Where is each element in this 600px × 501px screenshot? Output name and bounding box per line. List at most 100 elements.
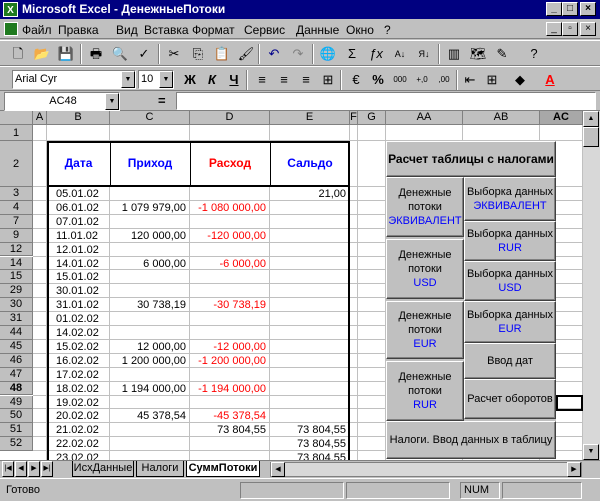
last-sheet-icon[interactable]: ▶| [41, 461, 53, 477]
minimize-button[interactable]: _ [546, 2, 562, 16]
spelling-icon[interactable]: ✓ [134, 44, 154, 64]
copy-icon[interactable]: ⎘ [188, 44, 208, 64]
doc-minimize-button[interactable]: _ [546, 22, 562, 36]
expense-cell[interactable]: -30 738,19 [190, 298, 266, 312]
date-cell[interactable]: 11.01.02 [56, 229, 110, 243]
date-cell[interactable]: 20.02.02 [56, 409, 110, 423]
currency-icon[interactable]: € [346, 70, 366, 90]
date-cell[interactable]: 31.01.02 [56, 298, 110, 312]
row-header[interactable]: 14 [0, 256, 33, 271]
align-center-icon[interactable]: ≡ [274, 70, 294, 90]
comma-style-button[interactable]: 000 [390, 70, 410, 90]
decrease-decimal-button[interactable]: ,00 [434, 70, 454, 90]
tab-ishdannye[interactable]: ИсхДанные [72, 461, 134, 477]
row-header[interactable]: 12 [0, 242, 33, 257]
date-cell[interactable]: 16.02.02 [56, 354, 110, 368]
italic-button[interactable]: К [202, 70, 222, 90]
balance-cell[interactable]: 73 804,55 [270, 451, 346, 460]
taxes-input-button[interactable]: Налоги. Ввод данных в таблицу [386, 421, 556, 459]
chart-wizard-icon[interactable]: ▥ [444, 44, 464, 64]
date-cell[interactable]: 22.02.02 [56, 437, 110, 451]
date-cell[interactable]: 14.01.02 [56, 257, 110, 271]
active-cell[interactable] [556, 395, 583, 411]
close-button[interactable]: × [580, 2, 596, 16]
row-header[interactable]: 31 [0, 312, 33, 326]
date-cell[interactable]: 19.02.02 [56, 396, 110, 410]
cashflow-equivalent-button[interactable]: Денежные потоки ЭКВИВАЛЕНТ [386, 177, 464, 237]
scroll-thumb[interactable] [583, 127, 599, 147]
row-header[interactable]: 47 [0, 367, 33, 382]
balance-cell[interactable]: 73 804,55 [270, 423, 346, 437]
row-header[interactable]: 29 [0, 284, 33, 299]
undo-icon[interactable]: ↶ [264, 44, 284, 64]
align-right-icon[interactable]: ≡ [296, 70, 316, 90]
cashflow-eur-button[interactable]: Денежные потоки EUR [386, 301, 464, 359]
menu-format[interactable]: Формат [192, 23, 235, 37]
balance-cell[interactable]: 21,00 [270, 187, 346, 201]
vertical-scrollbar[interactable]: ▲ ▼ [583, 111, 600, 460]
prev-sheet-icon[interactable]: ◀ [15, 461, 27, 477]
menu-window[interactable]: Окно [346, 23, 374, 37]
date-cell[interactable]: 06.01.02 [56, 201, 110, 215]
row-header[interactable]: 50 [0, 409, 33, 424]
bold-button[interactable]: Ж [180, 70, 200, 90]
date-cell[interactable]: 21.02.02 [56, 423, 110, 437]
date-cell[interactable]: 18.02.02 [56, 382, 110, 396]
first-sheet-icon[interactable]: |◀ [2, 461, 14, 477]
income-cell[interactable]: 120 000,00 [110, 229, 186, 243]
percent-button[interactable]: % [368, 70, 388, 90]
date-cell[interactable]: 17.02.02 [56, 368, 110, 382]
row-header[interactable]: 30 [0, 298, 33, 313]
function-icon[interactable]: ƒx [366, 44, 386, 64]
expense-cell[interactable]: -6 000,00 [190, 257, 266, 271]
expense-cell[interactable]: 73 804,55 [190, 423, 266, 437]
scroll-left-icon[interactable]: ◀ [271, 462, 285, 477]
row-header[interactable]: 1 [0, 125, 33, 141]
row-header[interactable]: 48 [0, 381, 33, 396]
expense-cell[interactable]: -12 000,00 [190, 340, 266, 354]
select-eur-button[interactable]: Выборка данных EUR [464, 301, 556, 343]
cashflow-rur-button[interactable]: Денежные потоки RUR [386, 361, 464, 421]
select-all-corner[interactable] [0, 111, 33, 125]
font-color-icon[interactable]: A [540, 70, 560, 90]
expense-cell[interactable]: -120 000,00 [190, 229, 266, 243]
print-icon[interactable]: 🖶 [86, 44, 106, 64]
column-header[interactable]: F [350, 111, 358, 125]
decrease-indent-icon[interactable]: ⇤ [460, 70, 480, 90]
row-header[interactable]: 3 [0, 187, 33, 201]
name-box[interactable]: AC48 ▼ [4, 92, 120, 111]
row-header[interactable]: 52 [0, 437, 33, 452]
column-header[interactable]: G [358, 111, 386, 125]
enter-dates-button[interactable]: Ввод дат [464, 343, 556, 379]
column-header[interactable]: AB [463, 111, 540, 125]
sort-ascending-icon[interactable]: A↓ [390, 44, 410, 64]
row-header[interactable]: 7 [0, 214, 33, 229]
row-header[interactable]: 49 [0, 395, 33, 410]
scroll-up-icon[interactable]: ▲ [583, 111, 599, 127]
date-cell[interactable]: 05.01.02 [56, 187, 110, 201]
save-icon[interactable]: 💾 [56, 44, 76, 64]
doc-restore-button[interactable]: ▫ [562, 22, 578, 36]
income-cell[interactable]: 6 000,00 [110, 257, 186, 271]
balance-cell[interactable]: 73 804,55 [270, 437, 346, 451]
open-icon[interactable]: 📂 [32, 44, 52, 64]
cashflow-usd-button[interactable]: Денежные потоки USD [386, 239, 464, 299]
menu-view[interactable]: Вид [116, 23, 138, 37]
underline-button[interactable]: Ч [224, 70, 244, 90]
paste-icon[interactable]: 📋 [212, 44, 232, 64]
date-cell[interactable]: 07.01.02 [56, 215, 110, 229]
income-cell[interactable]: 1 194 000,00 [110, 382, 186, 396]
horizontal-scrollbar[interactable]: ◀ ▶ [270, 462, 582, 477]
income-cell[interactable]: 30 738,19 [110, 298, 186, 312]
row-header[interactable]: 44 [0, 326, 33, 340]
menu-insert[interactable]: Вставка [144, 23, 189, 37]
expense-cell[interactable]: -1 194 000,00 [190, 382, 266, 396]
row-header[interactable]: 15 [0, 270, 33, 285]
income-cell[interactable]: 12 000,00 [110, 340, 186, 354]
income-cell[interactable]: 45 378,54 [110, 409, 186, 423]
column-header[interactable]: C [110, 111, 190, 125]
maximize-button[interactable]: □ [562, 2, 578, 16]
print-preview-icon[interactable]: 🔍 [110, 44, 130, 64]
font-size-combo[interactable]: 10 ▼ [138, 70, 174, 89]
increase-decimal-button[interactable]: +,0 [412, 70, 432, 90]
